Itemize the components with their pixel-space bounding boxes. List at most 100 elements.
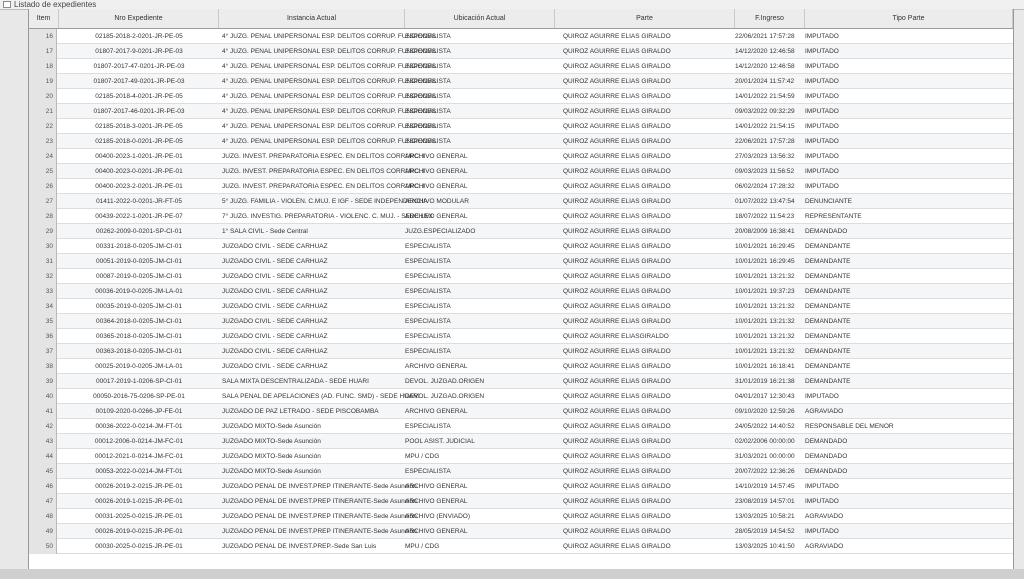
- table-row[interactable]: 23 02185-2018-0-0201-JR-PE-05 4° JUZG. PEN…: [29, 134, 1013, 149]
- ubicacion-cell: ESPECIALISTA: [405, 288, 451, 295]
- item-cell: 22: [29, 119, 57, 134]
- item-cell: 19: [29, 74, 57, 89]
- table-row[interactable]: 49 00026-2019-0-0215-JR-PE-01 JUZGADO PENA…: [29, 524, 1013, 539]
- expediente-cell: 00051-2019-0-0205-JM-CI-01: [96, 258, 182, 265]
- table-row[interactable]: 44 00012-2021-0-0214-JM-FC-01 JUZGADO MIXT…: [29, 449, 1013, 464]
- item-cell: 39: [29, 374, 57, 389]
- table-row[interactable]: 40 00050-2016-75-0206-SP-PE-01 SALA PENAL …: [29, 389, 1013, 404]
- ubicacion-cell: ESPECIALISTA: [405, 138, 451, 145]
- table-row[interactable]: 34 00035-2019-0-0205-JM-CI-01 JUZGADO CIVI…: [29, 299, 1013, 314]
- ubicacion-cell: ESPECIALISTA: [405, 303, 451, 310]
- item-cell: 36: [29, 329, 57, 344]
- expediente-cell: 00053-2022-0-0214-JM-FT-01: [95, 468, 183, 475]
- parte-cell: QUIROZ AGUIRRE ELIAS GIRALDO: [563, 378, 671, 385]
- ubicacion-cell: ESPECIALISTA: [405, 468, 451, 475]
- item-cell: 46: [29, 479, 57, 494]
- table-row[interactable]: 30 00331-2018-0-0205-JM-CI-01 JUZGADO CIVI…: [29, 239, 1013, 254]
- expediente-cell: 01807-2017-46-0201-JR-PE-03: [93, 108, 185, 115]
- table-row[interactable]: 29 00262-2009-0-0201-SP-CI-01 1° SALA CIVI…: [29, 224, 1013, 239]
- expediente-cell: 01807-2017-9-0201-JR-PE-03: [95, 48, 183, 55]
- table-row[interactable]: 35 00364-2018-0-0205-JM-CI-01 JUZGADO CIVI…: [29, 314, 1013, 329]
- ubicacion-cell: MPU / CDG: [405, 543, 440, 550]
- parte-cell: QUIROZ AGUIRRE ELIAS GIRALDO: [563, 228, 671, 235]
- table-row[interactable]: 22 02185-2018-3-0201-JR-PE-05 4° JUZG. PEN…: [29, 119, 1013, 134]
- tipo-cell: DEMANDADO: [805, 468, 848, 475]
- table-row[interactable]: 36 00365-2018-0-0205-JM-CI-01 JUZGADO CIVI…: [29, 329, 1013, 344]
- header-item[interactable]: Item: [29, 9, 59, 28]
- header-tipo[interactable]: Tipo Parte: [805, 9, 1013, 28]
- item-cell: 28: [29, 209, 57, 224]
- tipo-cell: AGRAVIADO: [805, 543, 844, 550]
- ubicacion-cell: ESPECIALISTA: [405, 33, 451, 40]
- header-expediente[interactable]: Nro Expediente: [59, 9, 219, 28]
- parte-cell: QUIROZ AGUIRRE ELIAS GIRALDO: [563, 363, 671, 370]
- table-row[interactable]: 28 00439-2022-1-0201-JR-PE-07 7° JUZG. INV…: [29, 209, 1013, 224]
- tipo-cell: IMPUTADO: [805, 48, 839, 55]
- expediente-cell: 00026-2019-0-0215-JR-PE-01: [95, 528, 183, 535]
- header-instancia[interactable]: Instancia Actual: [219, 9, 405, 28]
- table-row[interactable]: 19 01807-2017-49-0201-JR-PE-03 4° JUZG. PE…: [29, 74, 1013, 89]
- tipo-cell: DEMANDANTE: [805, 303, 851, 310]
- ubicacion-cell: ESPECIALISTA: [405, 243, 451, 250]
- table-row[interactable]: 42 00036-2022-0-0214-JM-FT-01 JUZGADO MIXT…: [29, 419, 1013, 434]
- item-cell: 30: [29, 239, 57, 254]
- ubicacion-cell: DEVOL. JUZGAD.ORIGEN: [405, 378, 485, 385]
- table-row[interactable]: 39 00017-2019-1-0206-SP-CI-01 SALA MIXTA D…: [29, 374, 1013, 389]
- ubicacion-cell: ESPECIALISTA: [405, 63, 451, 70]
- item-cell: 26: [29, 179, 57, 194]
- parte-cell: QUIROZ AGUIRRE ELIAS GIRALDO: [563, 243, 671, 250]
- ubicacion-cell: ARCHIVO GENERAL: [405, 153, 468, 160]
- table-row[interactable]: 20 02185-2018-4-0201-JR-PE-05 4° JUZG. PEN…: [29, 89, 1013, 104]
- table-row[interactable]: 27 01411-2022-0-0201-JR-FT-05 5° JUZG. FAM…: [29, 194, 1013, 209]
- expediente-cell: 00400-2023-1-0201-JR-PE-01: [95, 153, 183, 160]
- tipo-cell: IMPUTADO: [805, 183, 839, 190]
- ubicacion-cell: ARCHIVO GENERAL: [405, 168, 468, 175]
- table-row[interactable]: 33 00036-2019-0-0205-JM-LA-01 JUZGADO CIVI…: [29, 284, 1013, 299]
- tipo-cell: IMPUTADO: [805, 138, 839, 145]
- table-row[interactable]: 32 00087-2019-0-0205-JM-CI-01 JUZGADO CIVI…: [29, 269, 1013, 284]
- ubicacion-cell: ESPECIALISTA: [405, 258, 451, 265]
- ubicacion-cell: ARCHIVO GENERAL: [405, 498, 468, 505]
- expediente-cell: 01411-2022-0-0201-JR-FT-05: [96, 198, 182, 205]
- expediente-cell: 00036-2022-0-0214-JM-FT-01: [95, 423, 183, 430]
- item-cell: 21: [29, 104, 57, 119]
- table-row[interactable]: 17 01807-2017-9-0201-JR-PE-03 4° JUZG. PEN…: [29, 44, 1013, 59]
- tipo-cell: DEMANDADO: [805, 438, 848, 445]
- header-fecha[interactable]: F.Ingreso: [735, 9, 805, 28]
- table-header: Item Nro Expediente Instancia Actual Ubi…: [29, 9, 1013, 29]
- item-cell: 25: [29, 164, 57, 179]
- tipo-cell: RESPONSABLE DEL MENOR: [805, 423, 894, 430]
- table-row[interactable]: 47 00026-2019-1-0215-JR-PE-01 JUZGADO PENA…: [29, 494, 1013, 509]
- header-parte[interactable]: Parte: [555, 9, 735, 28]
- tipo-cell: DEMANDADO: [805, 228, 848, 235]
- item-cell: 42: [29, 419, 57, 434]
- table-row[interactable]: 45 00053-2022-0-0214-JM-FT-01 JUZGADO MIXT…: [29, 464, 1013, 479]
- tipo-cell: DEMANDANTE: [805, 348, 851, 355]
- ubicacion-cell: ARCHIVO (ENVIADO): [405, 513, 471, 520]
- table-row[interactable]: 41 00109-2020-0-0266-JP-FE-01 JUZGADO DE P…: [29, 404, 1013, 419]
- table-row[interactable]: 24 00400-2023-1-0201-JR-PE-01 JUZG. INVEST…: [29, 149, 1013, 164]
- table-row[interactable]: 21 01807-2017-46-0201-JR-PE-03 4° JUZG. PE…: [29, 104, 1013, 119]
- table-row[interactable]: 18 01807-2017-47-0201-JR-PE-03 4° JUZG. PE…: [29, 59, 1013, 74]
- table-row[interactable]: 37 00363-2018-0-0205-JM-CI-01 JUZGADO CIVI…: [29, 344, 1013, 359]
- parte-cell: QUIROZ AGUIRRE ELIAS GIRALDO: [563, 438, 671, 445]
- header-ubicacion[interactable]: Ubicación Actual: [405, 9, 555, 28]
- table-row[interactable]: 38 00025-2019-0-0205-JM-LA-01 JUZGADO CIVI…: [29, 359, 1013, 374]
- parte-cell: QUIROZ AGUIRRE ELIAS GIRALDO: [563, 408, 671, 415]
- item-cell: 32: [29, 269, 57, 284]
- item-cell: 43: [29, 434, 57, 449]
- table-row[interactable]: 31 00051-2019-0-0205-JM-CI-01 JUZGADO CIVI…: [29, 254, 1013, 269]
- table-row[interactable]: 43 00012-2006-0-0214-JM-FC-01 JUZGADO MIXT…: [29, 434, 1013, 449]
- item-cell: 17: [29, 44, 57, 59]
- item-cell: 35: [29, 314, 57, 329]
- item-cell: 20: [29, 89, 57, 104]
- table-row[interactable]: 26 00400-2023-2-0201-JR-PE-01 JUZG. INVEST…: [29, 179, 1013, 194]
- tipo-cell: IMPUTADO: [805, 168, 839, 175]
- table-row[interactable]: 16 02185-2018-2-0201-JR-PE-05 4° JUZG. PEN…: [29, 29, 1013, 44]
- ubicacion-cell: POOL ASIST. JUDICIAL: [405, 438, 475, 445]
- table-row[interactable]: 25 00400-2023-0-0201-JR-PE-01 JUZG. INVEST…: [29, 164, 1013, 179]
- parte-cell: QUIROZ AGUIRRE ELIASGIRALDO: [563, 333, 669, 340]
- table-row[interactable]: 46 00026-2019-2-0215-JR-PE-01 JUZGADO PENA…: [29, 479, 1013, 494]
- table-row[interactable]: 48 00031-2025-0-0215-JR-PE-01 JUZGADO PENA…: [29, 509, 1013, 524]
- table-row[interactable]: 50 00030-2025-0-0215-JR-PE-01 JUZGADO PENA…: [29, 539, 1013, 554]
